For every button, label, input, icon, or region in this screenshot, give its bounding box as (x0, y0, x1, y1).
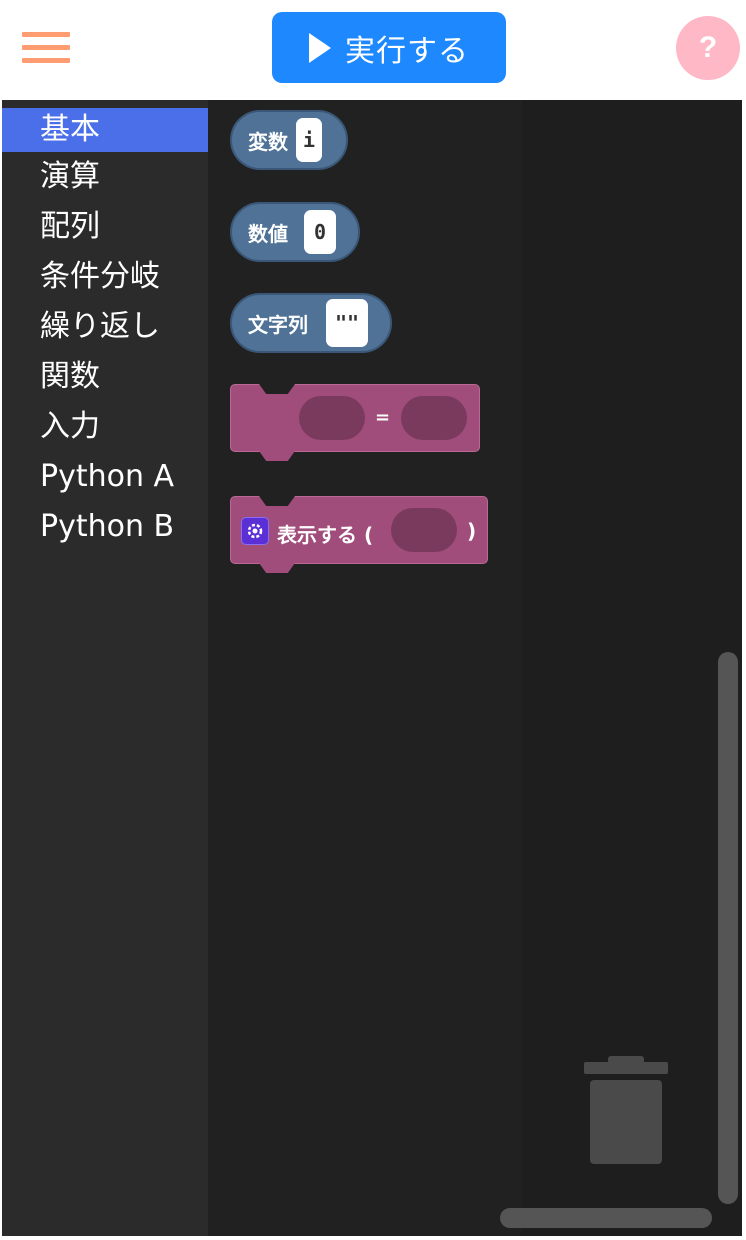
block-flyout (208, 100, 522, 1236)
vertical-scrollbar[interactable] (718, 652, 738, 1204)
help-button[interactable]: ? (676, 16, 740, 80)
category-input[interactable]: 入力 (2, 402, 208, 452)
menu-bar-line (22, 32, 70, 37)
variable-name-field[interactable]: i (296, 118, 322, 162)
block-notch (259, 496, 295, 506)
variable-block[interactable]: 変数 i (230, 110, 348, 170)
gear-icon[interactable] (241, 517, 269, 545)
string-block[interactable]: 文字列 "" (230, 293, 392, 353)
number-value-field[interactable]: 0 (304, 210, 336, 254)
assign-right-slot[interactable] (401, 396, 467, 440)
number-block[interactable]: 数値 0 (230, 202, 360, 262)
menu-bar-line (22, 45, 70, 50)
print-block-close-paren: ) (467, 519, 477, 543)
print-block[interactable]: 表示する ( ) (230, 496, 488, 573)
run-button-label: 実行する (345, 33, 469, 69)
print-block-label: 表示する ( (277, 523, 374, 547)
number-block-label: 数値 (248, 221, 288, 246)
category-operators[interactable]: 演算 (2, 152, 208, 202)
block-notch (259, 384, 295, 394)
run-button[interactable]: 実行する (272, 12, 506, 83)
hamburger-menu-icon[interactable] (22, 32, 70, 64)
category-python-b[interactable]: Python B (2, 502, 208, 552)
assign-left-slot[interactable] (299, 396, 365, 440)
gear-icon-glyph (247, 523, 263, 539)
horizontal-scrollbar[interactable] (500, 1208, 712, 1228)
category-functions[interactable]: 関数 (2, 352, 208, 402)
play-icon (309, 32, 331, 63)
string-value-field[interactable]: "" (326, 299, 368, 347)
menu-bar-line (22, 58, 70, 63)
equals-operator: = (375, 407, 391, 428)
variable-block-label: 変数 (248, 129, 288, 154)
category-loops[interactable]: 繰り返し (2, 302, 208, 352)
toolbox: 基本 演算 配列 条件分岐 繰り返し 関数 入力 Python A Python… (2, 100, 208, 1236)
assign-block[interactable]: = (230, 384, 480, 461)
category-basic[interactable]: 基本 (2, 108, 208, 152)
app-header: 実行する ? (0, 0, 746, 100)
category-conditionals[interactable]: 条件分岐 (2, 252, 208, 302)
trash-icon[interactable] (582, 1054, 670, 1166)
print-argument-slot[interactable] (391, 508, 457, 552)
category-arrays[interactable]: 配列 (2, 202, 208, 252)
string-block-label: 文字列 (248, 312, 308, 337)
category-python-a[interactable]: Python A (2, 452, 208, 502)
